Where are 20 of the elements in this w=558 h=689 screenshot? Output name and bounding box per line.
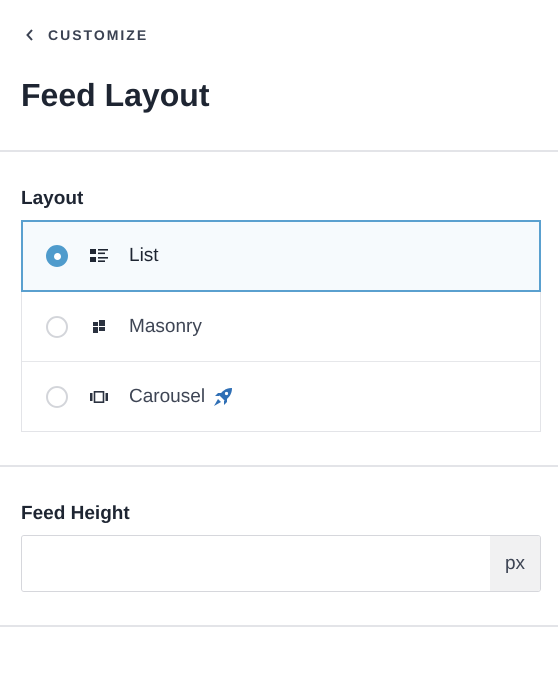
rocket-icon — [213, 386, 234, 407]
option-label: List — [129, 245, 159, 268]
option-label: Carousel — [129, 386, 206, 408]
section-label: Feed Height — [21, 503, 131, 526]
grid-layout-icon — [93, 320, 105, 334]
chevron-left-icon — [26, 29, 34, 41]
radio-button[interactable] — [46, 316, 68, 338]
option-label: Masonry — [129, 316, 202, 338]
unit-suffix: px — [490, 536, 540, 592]
back-link[interactable]: CUSTOMIZE — [21, 27, 148, 43]
carousel-layout-icon — [90, 390, 108, 403]
layout-option[interactable]: List — [22, 221, 540, 292]
radio-button[interactable] — [46, 386, 68, 408]
section-label: Layout — [21, 188, 84, 210]
height-input-field[interactable]: px — [21, 535, 541, 592]
page-title: Feed Layout — [21, 76, 210, 114]
layout-option[interactable]: Masonry — [22, 291, 540, 362]
list-layout-icon — [90, 249, 108, 264]
layout-option[interactable]: Carousel — [22, 361, 540, 432]
radio-button[interactable] — [46, 245, 68, 268]
